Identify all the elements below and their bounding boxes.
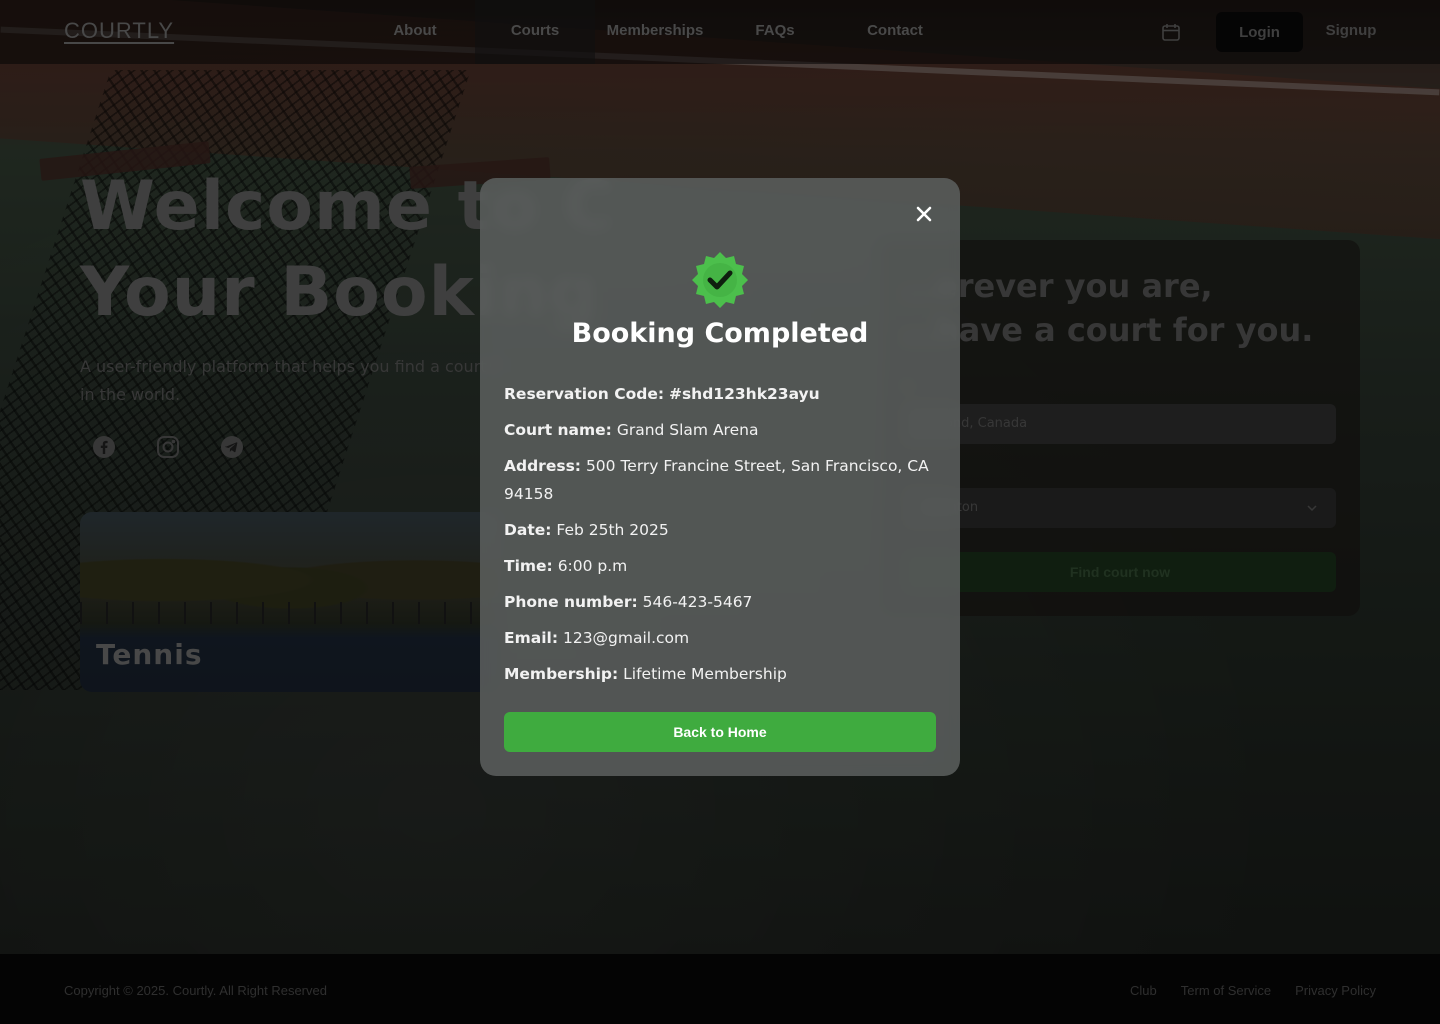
close-icon [916, 206, 932, 222]
booking-completed-modal: Booking Completed Reservation Code: #shd… [480, 178, 960, 776]
modal-title: Booking Completed [571, 318, 869, 349]
back-to-home-button[interactable]: Back to Home [504, 712, 936, 752]
detail-phone: Phone number: 546-423-5467 [504, 593, 753, 611]
booking-details: Reservation Code: #shd123hk23ayu Court n… [504, 380, 936, 696]
detail-membership: Membership: Lifetime Membership [504, 665, 787, 683]
close-button[interactable] [914, 204, 934, 224]
detail-time: Time: 6:00 p.m [504, 557, 628, 575]
detail-date: Date: Feb 25th 2025 [504, 521, 669, 539]
detail-court-name: Court name: Grand Slam Arena [504, 421, 759, 439]
detail-email: Email: 123@gmail.com [504, 629, 690, 647]
detail-reservation-code: Reservation Code: #shd123hk23ayu [504, 385, 820, 403]
check-badge-icon [692, 252, 748, 308]
detail-address: Address: 500 Terry Francine Street, San … [504, 457, 929, 503]
